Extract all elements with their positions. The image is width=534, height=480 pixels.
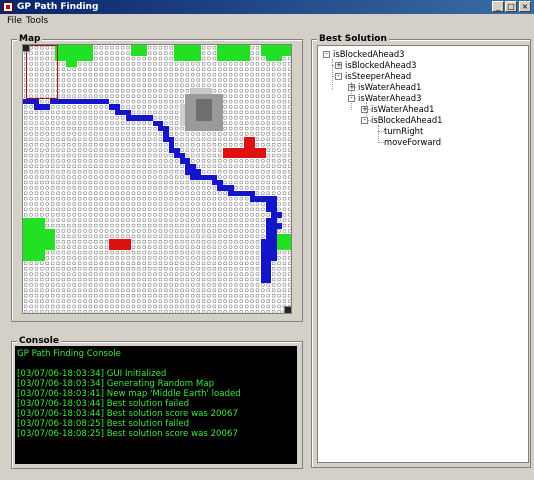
console-line: [03/07/06-18:03:34] GUI Initialized xyxy=(17,369,167,379)
map-title: Map xyxy=(17,34,43,44)
tree-node-label: isBlockedAhead3 xyxy=(345,60,417,70)
console-line: [03/07/06-18:03:44] Best solution score … xyxy=(17,409,238,419)
water-tile xyxy=(50,99,110,105)
forest-tile xyxy=(266,55,283,62)
forest-tile xyxy=(260,45,291,56)
console-output: GP Path Finding Console [03/07/06-18:03:… xyxy=(15,346,297,464)
console-title: Console xyxy=(17,336,61,346)
water-tile xyxy=(125,115,153,121)
mountain-tile xyxy=(190,88,212,94)
water-tile xyxy=(260,277,272,283)
solution-title: Best Solution xyxy=(317,34,389,44)
forest-tile xyxy=(174,45,202,62)
map-end-marker xyxy=(284,306,292,314)
tree-node[interactable]: + isWaterAhead1 xyxy=(361,104,434,115)
tree-leaf[interactable]: moveForward xyxy=(384,137,441,148)
app-icon xyxy=(3,2,13,12)
mountain-tile xyxy=(195,99,212,121)
expand-toggle-icon[interactable]: + xyxy=(335,62,342,69)
console-line: [03/07/06-18:03:44] Best solution failed xyxy=(17,399,190,409)
agent-trail xyxy=(26,45,59,99)
solution-tree[interactable]: - isBlockedAhead3 + isBlockedAhead3 - isSte… xyxy=(317,45,529,463)
tree-node-label: isBlockedAhead1 xyxy=(371,115,443,125)
close-button[interactable]: × xyxy=(519,1,531,12)
map-grid[interactable] xyxy=(22,44,292,314)
tree-node-label: isWaterAhead1 xyxy=(371,104,435,114)
tree-node-label: isBlockedAhead3 xyxy=(333,49,405,59)
collapse-toggle-icon[interactable]: - xyxy=(335,73,342,80)
mountain-tile xyxy=(179,104,185,126)
water-tile xyxy=(33,104,50,110)
forest-tile xyxy=(276,234,291,251)
forest-tile xyxy=(217,45,250,62)
forest-tile xyxy=(44,228,56,251)
console-line: GP Path Finding Console xyxy=(17,349,121,359)
map-start-marker xyxy=(22,44,30,52)
tree-node-label: isSteeperAhead xyxy=(345,71,412,81)
obstacle-tile xyxy=(244,136,256,148)
tree-node[interactable]: - isWaterAhead3 xyxy=(348,93,421,104)
obstacle-tile xyxy=(109,239,131,251)
console-line: [03/07/06-18:03:34] Generating Random Ma… xyxy=(17,379,215,389)
forest-tile xyxy=(55,45,94,62)
tree-node[interactable]: + isWaterAhead1 xyxy=(348,82,421,93)
tree-node[interactable]: - isBlockedAhead1 xyxy=(361,115,442,126)
title-bar: GP Path Finding _ □ × xyxy=(0,0,534,14)
obstacle-tile xyxy=(222,147,266,159)
collapse-toggle-icon[interactable]: - xyxy=(323,51,330,58)
window-title: GP Path Finding xyxy=(17,2,99,12)
forest-tile xyxy=(23,217,45,261)
tree-leaf[interactable]: turnRight xyxy=(384,126,423,137)
forest-tile xyxy=(131,45,148,56)
tree-node-label: isWaterAhead1 xyxy=(358,82,422,92)
expand-toggle-icon[interactable]: + xyxy=(348,84,355,91)
collapse-toggle-icon[interactable]: - xyxy=(361,117,368,124)
console-line: [03/07/06-18:08:25] Best solution score … xyxy=(17,429,238,439)
tree-node[interactable]: - isSteeperAhead xyxy=(335,71,411,82)
menu-bar: File Tools xyxy=(0,14,534,28)
tree-node[interactable]: + isBlockedAhead3 xyxy=(335,60,416,71)
tree-node-label: isWaterAhead3 xyxy=(358,93,422,103)
minimize-button[interactable]: _ xyxy=(492,1,504,12)
forest-tile xyxy=(66,61,77,67)
expand-toggle-icon[interactable]: + xyxy=(361,106,368,113)
menu-tools[interactable]: Tools xyxy=(26,16,48,26)
menu-file[interactable]: File xyxy=(7,16,22,26)
collapse-toggle-icon[interactable]: - xyxy=(348,95,355,102)
maximize-button[interactable]: □ xyxy=(505,1,517,12)
tree-node-label: turnRight xyxy=(384,126,424,136)
console-line: [03/07/06-18:08:25] Best solution failed xyxy=(17,419,190,429)
tree-node[interactable]: - isBlockedAhead3 xyxy=(323,49,404,60)
tree-node-label: moveForward xyxy=(384,137,442,147)
console-line: [03/07/06-18:03:41] New map 'Middle Eart… xyxy=(17,389,241,399)
